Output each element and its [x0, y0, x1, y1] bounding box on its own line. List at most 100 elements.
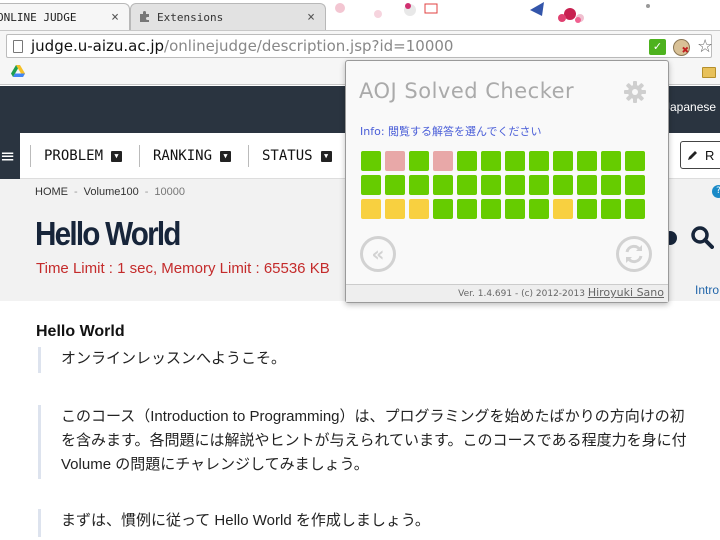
popup-info: Info: 閲覧する解答を選んでください: [360, 125, 542, 138]
url-path: /onlinejudge/description.jsp?id=10000: [164, 37, 454, 55]
close-tab-icon[interactable]: ×: [109, 10, 121, 25]
problem-status-cell[interactable]: [505, 199, 525, 219]
intro-link[interactable]: Intro: [695, 283, 719, 297]
breadcrumb-separator: -: [74, 186, 78, 198]
problem-status-cell[interactable]: [625, 175, 645, 195]
nav-ranking[interactable]: RANKING ▼: [153, 143, 232, 169]
problem-heading: Hello World: [36, 323, 125, 340]
footer-version: Ver. 1.4.691 - (c) 2012-2013: [458, 289, 588, 299]
url-text: judge.u-aizu.ac.jp/onlinejudge/descripti…: [31, 37, 453, 55]
problem-status-cell[interactable]: [601, 151, 621, 171]
tab-title: ONLINE JUDGE: [0, 10, 77, 24]
gear-icon[interactable]: [624, 81, 646, 103]
problem-status-cell[interactable]: [409, 199, 429, 219]
page-title: Hello World: [35, 215, 181, 252]
previous-page-button[interactable]: «: [360, 236, 396, 272]
page-icon: [13, 39, 23, 53]
edit-label: R: [705, 147, 715, 163]
address-bar[interactable]: judge.u-aizu.ac.jp/onlinejudge/descripti…: [6, 34, 713, 58]
close-tab-icon[interactable]: ×: [305, 10, 317, 25]
problem-status-cell[interactable]: [361, 199, 381, 219]
problem-status-cell[interactable]: [577, 175, 597, 195]
popup-title: AOJ Solved Checker: [359, 79, 575, 103]
problem-status-cell[interactable]: [553, 175, 573, 195]
nav-status[interactable]: STATUS ▼: [262, 143, 332, 169]
bookmark-star-icon[interactable]: ☆: [697, 36, 713, 57]
problem-status-cell[interactable]: [505, 151, 525, 171]
paragraph-text: まずは、慣例に従って Hello World を作成しましょう。: [61, 512, 430, 529]
help-icon[interactable]: ?: [712, 185, 720, 198]
refresh-icon: [625, 244, 643, 264]
tab-title: Extensions: [157, 10, 224, 24]
problem-status-cell[interactable]: [385, 199, 405, 219]
problem-status-cell[interactable]: [433, 175, 453, 195]
solved-checker-extension-icon[interactable]: ✓: [649, 39, 666, 55]
nav-divider: [248, 145, 249, 167]
problem-status-cell[interactable]: [457, 199, 477, 219]
paragraph-text: Volume の問題にチャレンジしてみましょう。: [61, 456, 369, 473]
popup-footer: Ver. 1.4.691 - (c) 2012-2013 Hiroyuki Sa…: [346, 284, 668, 302]
chevron-down-icon: ▼: [111, 150, 123, 162]
nav-label: STATUS: [262, 148, 313, 164]
chevron-down-icon: ▼: [220, 150, 232, 162]
breadcrumb-volume[interactable]: Volume100: [84, 186, 139, 198]
solved-checker-popup: AOJ Solved Checker Info: 閲覧する解答を選んでください …: [345, 60, 669, 303]
problem-status-cell[interactable]: [361, 151, 381, 171]
tab-extensions[interactable]: Extensions ×: [130, 3, 326, 30]
problem-status-cell[interactable]: [601, 175, 621, 195]
previous-icon: «: [371, 242, 385, 266]
paragraph-block: このコース（Introduction to Programming）は、プログラ…: [38, 405, 720, 479]
problem-status-cell[interactable]: [361, 175, 381, 195]
problem-status-cell[interactable]: [529, 175, 549, 195]
problem-status-cell[interactable]: [529, 151, 549, 171]
problem-status-cell[interactable]: [409, 151, 429, 171]
problem-content: Hello World オンラインレッスンへようこそ。 このコース（Introd…: [0, 301, 720, 540]
url-host: judge.u-aizu.ac.jp: [31, 37, 165, 55]
problem-status-cell[interactable]: [577, 151, 597, 171]
problem-status-cell[interactable]: [457, 175, 477, 195]
solved-grid: [361, 151, 645, 219]
refresh-button[interactable]: [616, 236, 652, 272]
paragraph-text: オンラインレッスンへようこそ。: [61, 350, 287, 367]
author-link[interactable]: Hiroyuki Sano: [588, 286, 664, 299]
tab-online-judge[interactable]: ONLINE JUDGE ×: [0, 3, 130, 30]
breadcrumb: HOME - Volume100-10000: [35, 186, 185, 198]
search-icon[interactable]: [690, 225, 714, 249]
paragraph-text: を含みます。各問題には解説やヒントが与えられています。このコースである程度力を身…: [61, 432, 687, 449]
problem-status-cell[interactable]: [601, 199, 621, 219]
problem-status-cell[interactable]: [409, 175, 429, 195]
google-drive-icon[interactable]: [11, 65, 25, 78]
blocker-extension-icon[interactable]: ✖: [673, 39, 690, 56]
paragraph-block: まずは、慣例に従って Hello World を作成しましょう。: [38, 509, 720, 537]
puzzle-icon: [139, 11, 151, 23]
browser-toolbar: judge.u-aizu.ac.jp/onlinejudge/descripti…: [0, 30, 720, 60]
problem-status-cell[interactable]: [481, 151, 501, 171]
problem-status-cell[interactable]: [625, 199, 645, 219]
problem-status-cell[interactable]: [457, 151, 477, 171]
chevron-down-icon: ▼: [320, 150, 332, 162]
problem-status-cell[interactable]: [385, 175, 405, 195]
problem-status-cell[interactable]: [625, 151, 645, 171]
breadcrumb-home[interactable]: HOME: [35, 186, 68, 198]
problem-status-cell[interactable]: [433, 151, 453, 171]
problem-status-cell[interactable]: [529, 199, 549, 219]
nav-problem[interactable]: PROBLEM ▼: [44, 143, 123, 169]
problem-status-cell[interactable]: [577, 199, 597, 219]
problem-status-cell[interactable]: [481, 175, 501, 195]
tab-strip: ONLINE JUDGE × Extensions ×: [0, 0, 720, 30]
nav-divider: [30, 145, 31, 167]
problem-status-cell[interactable]: [433, 199, 453, 219]
problem-status-cell[interactable]: [481, 199, 501, 219]
edit-button[interactable]: R: [680, 141, 720, 169]
problem-status-cell[interactable]: [553, 151, 573, 171]
problem-status-cell[interactable]: [385, 151, 405, 171]
bookmark-folder-icon[interactable]: [702, 67, 716, 78]
breadcrumb-current: 10000: [154, 186, 185, 198]
language-button[interactable]: Japanese: [664, 100, 716, 114]
problem-status-cell[interactable]: [553, 199, 573, 219]
theme-flowers-decoration: [335, 2, 650, 23]
nav-divider: [139, 145, 140, 167]
problem-status-cell[interactable]: [505, 175, 525, 195]
pencil-icon: [688, 151, 697, 160]
menu-icon[interactable]: ≡: [0, 146, 15, 167]
